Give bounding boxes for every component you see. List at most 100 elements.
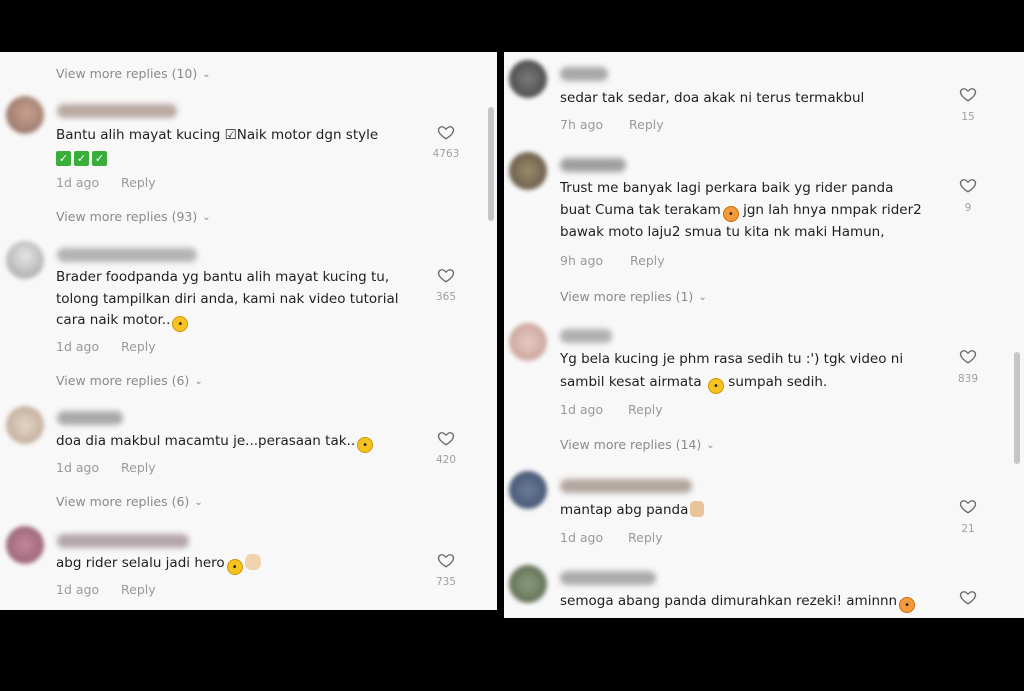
reply-button[interactable]: Reply: [629, 117, 664, 132]
check-box-emoji: ✓: [56, 151, 71, 166]
left-comments-panel: View more replies (10) ⌄ Bantu alih mayat…: [0, 52, 497, 610]
comment-time: 9h ago: [560, 253, 604, 268]
heart-outline-icon[interactable]: [437, 551, 455, 569]
comment-time: 1d ago: [560, 402, 604, 417]
clap-emoji: [244, 554, 261, 570]
chevron-down-icon: ⌄: [202, 69, 211, 80]
comment-text: tolong tampilkan diri anda, kami nak vid…: [56, 291, 399, 307]
comment-time: 1d ago: [56, 339, 100, 354]
like-count: 735: [435, 576, 457, 588]
heart-eyes-emoji: •: [722, 206, 739, 222]
username[interactable]: [560, 329, 612, 343]
avatar[interactable]: [509, 471, 547, 509]
comment-text: Yg bela kucing je phm rasa sedih tu :') …: [560, 351, 904, 367]
view-more-replies-button[interactable]: View more replies (1) ⌄: [560, 289, 707, 304]
comment-text: abg rider selalu jadi hero: [56, 555, 225, 571]
comment-text-line: mantap abg panda: [560, 500, 705, 522]
heart-outline-icon[interactable]: [959, 85, 977, 103]
comment-text-line: buat Cuma tak terakam • jgn lah hnya nmpa…: [560, 200, 922, 222]
like-count: 839: [957, 373, 979, 385]
comment-text: mantap abg panda: [560, 502, 689, 518]
crying-emoji: •: [226, 559, 243, 575]
check-box-emoji: ✓: [74, 151, 89, 166]
view-more-replies-button[interactable]: View more replies (14) ⌄: [560, 437, 715, 452]
comment-text: Trust me banyak lagi perkara baik yg rid…: [560, 180, 894, 196]
view-more-label: View more replies (6): [56, 373, 190, 388]
comment-time: 1d ago: [560, 530, 604, 545]
comment-text: Brader foodpanda yg bantu alih mayat kuc…: [56, 269, 390, 285]
comment-text: doa dia makbul macamtu je...perasaan tak…: [56, 433, 356, 449]
like-count: 4763: [432, 148, 460, 160]
username[interactable]: [560, 479, 692, 493]
comment-time: 1d ago: [56, 175, 100, 190]
username[interactable]: [57, 248, 197, 262]
comment-text: Bantu alih mayat kucing ☑Naik motor dgn …: [56, 127, 379, 143]
like-count: 9: [964, 202, 972, 214]
right-comments-panel: sedar tak sedar, doa akak ni terus terma…: [504, 52, 1024, 618]
comment-text-line: abg rider selalu jadi hero •: [56, 553, 261, 575]
view-more-label: View more replies (14): [560, 437, 702, 452]
like-count: 420: [435, 454, 457, 466]
comment-text-line: cara naik motor.. •: [56, 310, 189, 332]
scrollbar[interactable]: [1014, 352, 1020, 464]
username[interactable]: [57, 534, 189, 548]
username[interactable]: [57, 104, 177, 118]
comment-emoji-line: ✓ ✓ ✓: [56, 146, 110, 168]
comment-text: buat Cuma tak terakam: [560, 202, 721, 218]
chevron-down-icon: ⌄: [202, 212, 211, 223]
comment-text-line: doa dia makbul macamtu je...perasaan tak…: [56, 431, 374, 453]
heart-outline-icon[interactable]: [959, 347, 977, 365]
chevron-down-icon: ⌄: [706, 440, 715, 451]
reply-button[interactable]: Reply: [121, 460, 156, 475]
heart-outline-icon[interactable]: [437, 123, 455, 141]
comment-text: sumpah sedih.: [728, 374, 828, 390]
heart-outline-icon[interactable]: [437, 266, 455, 284]
comment-text-line: sambil kesat airmata • sumpah sedih.: [560, 372, 827, 394]
flushed-emoji: •: [357, 437, 374, 453]
view-more-replies-button[interactable]: View more replies (6) ⌄: [56, 373, 203, 388]
view-more-replies-button[interactable]: View more replies (93) ⌄: [56, 209, 211, 224]
view-more-replies-button[interactable]: View more replies (10) ⌄: [56, 66, 211, 81]
comment-text: bawak moto laju2 smua tu kita nk maki Ha…: [560, 224, 885, 240]
avatar[interactable]: [6, 96, 44, 134]
comment-text: semoga abang panda dimurahkan rezeki! am…: [560, 593, 898, 609]
avatar[interactable]: [509, 60, 547, 98]
view-more-label: View more replies (10): [56, 66, 198, 81]
avatar[interactable]: [509, 152, 547, 190]
avatar[interactable]: [6, 241, 44, 279]
like-count: 21: [961, 523, 975, 535]
username[interactable]: [560, 571, 656, 585]
username[interactable]: [57, 411, 123, 425]
chevron-down-icon: ⌄: [698, 292, 707, 303]
like-count: 365: [435, 291, 457, 303]
scrollbar[interactable]: [488, 107, 494, 221]
chevron-down-icon: ⌄: [194, 376, 203, 387]
avatar[interactable]: [509, 323, 547, 361]
username[interactable]: [560, 158, 626, 172]
reply-button[interactable]: Reply: [630, 253, 665, 268]
reply-button[interactable]: Reply: [121, 175, 156, 190]
heart-outline-icon[interactable]: [437, 429, 455, 447]
avatar[interactable]: [6, 406, 44, 444]
view-more-replies-button[interactable]: View more replies (6) ⌄: [56, 494, 203, 509]
username[interactable]: [560, 67, 608, 81]
avatar[interactable]: [6, 526, 44, 564]
heart-eyes-emoji: •: [899, 597, 916, 613]
heart-outline-icon[interactable]: [959, 497, 977, 515]
avatar[interactable]: [509, 565, 547, 603]
reply-button[interactable]: Reply: [628, 530, 663, 545]
comment-time: 1d ago: [56, 582, 100, 597]
comment-text: sedar tak sedar, doa akak ni terus terma…: [560, 90, 865, 106]
reply-button[interactable]: Reply: [121, 339, 156, 354]
comment-time: 1d ago: [56, 460, 100, 475]
check-box-emoji: ✓: [92, 151, 107, 166]
sad-emoji: •: [707, 378, 724, 394]
reply-button[interactable]: Reply: [121, 582, 156, 597]
comment-text: sambil kesat airmata: [560, 374, 702, 390]
view-more-label: View more replies (1): [560, 289, 694, 304]
heart-outline-icon[interactable]: [959, 176, 977, 194]
comment-text: jgn lah hnya nmpak rider2: [743, 202, 922, 218]
reply-button[interactable]: Reply: [628, 402, 663, 417]
chevron-down-icon: ⌄: [194, 497, 203, 508]
heart-outline-icon[interactable]: [959, 588, 977, 606]
